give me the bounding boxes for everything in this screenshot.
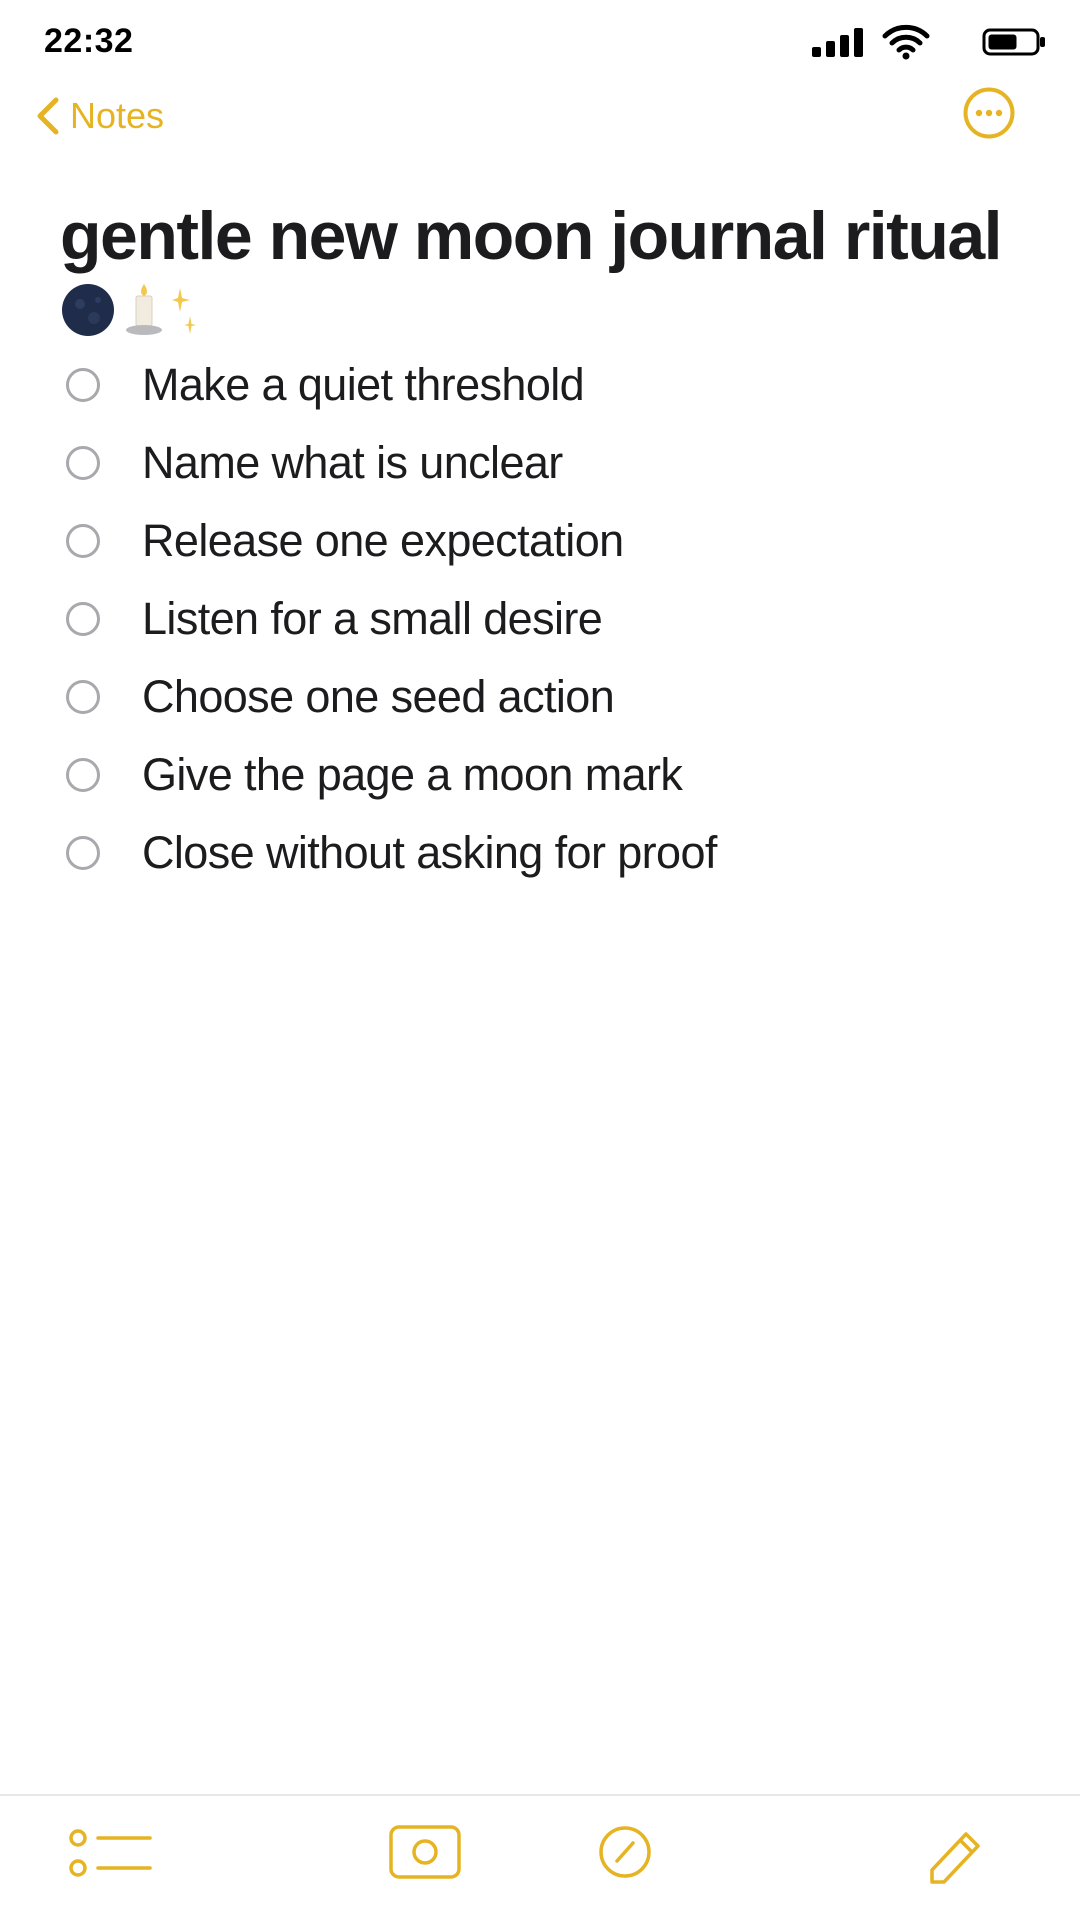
signal-icon bbox=[812, 28, 863, 57]
checklist-item: Name what is unclear bbox=[60, 424, 1040, 502]
status-time: 22:32 bbox=[44, 22, 134, 60]
checklist-icon[interactable] bbox=[68, 1824, 152, 1884]
checklist-item-text[interactable]: Name what is unclear bbox=[142, 437, 563, 489]
sparkles-icon bbox=[172, 288, 196, 334]
nav-bar: Notes bbox=[0, 86, 1080, 196]
checkbox[interactable] bbox=[66, 446, 100, 480]
checklist-item-text[interactable]: Give the page a moon mark bbox=[142, 749, 683, 801]
checklist-item-text[interactable]: Release one expectation bbox=[142, 515, 624, 567]
checkbox[interactable] bbox=[66, 524, 100, 558]
battery-icon bbox=[982, 28, 1045, 56]
chevron-left-icon bbox=[37, 97, 59, 135]
ellipsis-circle-icon bbox=[963, 87, 1015, 139]
note-body[interactable]: gentle new moon journal ritual Make a qu… bbox=[60, 196, 1040, 892]
checkbox[interactable] bbox=[66, 758, 100, 792]
status-bar: 22:32 bbox=[0, 0, 1080, 86]
checklist-item-text[interactable]: Choose one seed action bbox=[142, 671, 615, 723]
checkbox[interactable] bbox=[66, 836, 100, 870]
status-icons bbox=[810, 22, 1048, 62]
checklist-item: Listen for a small desire bbox=[60, 580, 1040, 658]
checklist-item-text[interactable]: Listen for a small desire bbox=[142, 593, 603, 645]
checklist-item-text[interactable]: Close without asking for proof bbox=[142, 827, 717, 879]
back-button[interactable]: Notes bbox=[34, 86, 164, 146]
checklist-item: Give the page a moon mark bbox=[60, 736, 1040, 814]
compose-icon[interactable] bbox=[926, 1824, 986, 1884]
checklist-item: Release one expectation bbox=[60, 502, 1040, 580]
checklist: Make a quiet threshold Name what is uncl… bbox=[60, 346, 1040, 892]
title-emoji bbox=[60, 280, 1040, 340]
new-moon-icon bbox=[62, 284, 114, 336]
markup-icon[interactable] bbox=[597, 1824, 653, 1880]
checkbox[interactable] bbox=[66, 368, 100, 402]
checklist-item: Choose one seed action bbox=[60, 658, 1040, 736]
checklist-item: Make a quiet threshold bbox=[60, 346, 1040, 424]
camera-icon[interactable] bbox=[388, 1824, 462, 1880]
bottom-toolbar bbox=[0, 1794, 1080, 1922]
checklist-item: Close without asking for proof bbox=[60, 814, 1040, 892]
checkbox[interactable] bbox=[66, 602, 100, 636]
note-title[interactable]: gentle new moon journal ritual bbox=[60, 196, 1040, 276]
wifi-icon bbox=[882, 24, 930, 60]
checklist-item-text[interactable]: Make a quiet threshold bbox=[142, 359, 585, 411]
back-label: Notes bbox=[70, 95, 165, 136]
more-options-button[interactable] bbox=[962, 86, 1016, 140]
checkbox[interactable] bbox=[66, 680, 100, 714]
candle-icon bbox=[126, 284, 162, 335]
